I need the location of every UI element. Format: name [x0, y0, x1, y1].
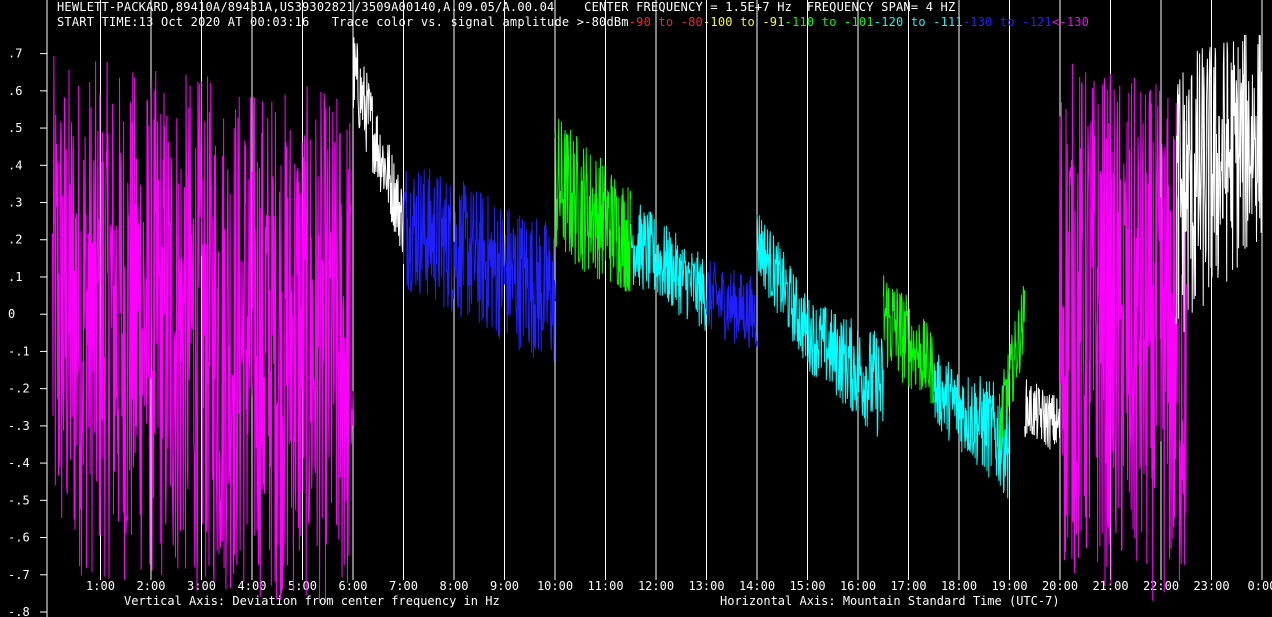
x-tick-label: 4:00 — [238, 579, 267, 593]
y-tick-label: .4 — [8, 158, 22, 172]
x-tick-label: 18:00 — [941, 579, 977, 593]
x-tick-label: 17:00 — [890, 579, 926, 593]
x-tick-label: 10:00 — [537, 579, 573, 593]
y-tick-label: -.2 — [8, 382, 30, 396]
x-tick-label: 1:00 — [86, 579, 115, 593]
x-tick-label: 0:00 — [1248, 579, 1272, 593]
legend-entry: >-80dBm — [576, 15, 629, 29]
x-tick-label: 22:00 — [1143, 579, 1179, 593]
horizontal-axis-label: Horizontal Axis: Mountain Standard Time … — [720, 594, 1060, 608]
x-tick-label: 2:00 — [137, 579, 166, 593]
header-instrument-line: HEWLETT-PACKARD,89410A/89431A,US39302821… — [57, 0, 955, 14]
x-tick-label: 12:00 — [638, 579, 674, 593]
trace-series-10 — [998, 285, 1026, 451]
y-tick-label: -.3 — [8, 419, 30, 433]
frequency-span: FREQUENCY SPAN= 4 HZ — [806, 0, 956, 14]
y-tick-label: -.1 — [8, 344, 30, 358]
legend-entry: <-130 — [1051, 15, 1090, 29]
trace-series-4 — [630, 204, 707, 331]
x-tick-label: 23:00 — [1193, 579, 1229, 593]
x-tick-label: 15:00 — [789, 579, 825, 593]
y-tick-label: .1 — [8, 270, 22, 284]
trace-series-2 — [403, 168, 556, 363]
trace-series-6 — [756, 214, 808, 359]
trace-series-7 — [807, 299, 884, 437]
legend-entry: -110 to -101 — [784, 15, 874, 29]
start-time: START TIME:13 Oct 2020 AT 00:03:16 — [57, 15, 310, 29]
spectrogram-chart: .7 .6 .5 .4 .3 .2 .1 0 -.1 -.2 -.3 -.4 -.5 -.6 -.7 -.8 1… — [8, 0, 1272, 617]
legend-entry: -90 to -80 — [628, 15, 703, 29]
instrument-id: HEWLETT-PACKARD,89410A/89431A,US39302821… — [57, 0, 555, 14]
x-tick-label: 16:00 — [840, 579, 876, 593]
y-tick-label: .3 — [8, 196, 22, 210]
header-start-time-line: START TIME:13 Oct 2020 AT 00:03:16 Trace… — [57, 15, 1089, 29]
amplitude-legend: >-80dBm-90 to -80-100 to -91-110 to -101… — [577, 15, 1089, 29]
y-tick-label: -.5 — [8, 493, 30, 507]
x-tick-label: 5:00 — [288, 579, 317, 593]
y-tick-label: .5 — [8, 121, 22, 135]
x-tick-label: 13:00 — [688, 579, 724, 593]
y-tick-label: -.6 — [8, 531, 30, 545]
trace-series-5 — [706, 260, 758, 349]
legend-entry: -100 to -91 — [702, 15, 785, 29]
trace-series-11 — [1024, 379, 1061, 450]
x-tick-label: 19:00 — [991, 579, 1027, 593]
trace-series-1 — [352, 37, 404, 253]
x-tick-label: 7:00 — [389, 579, 418, 593]
x-tick-label: 8:00 — [440, 579, 469, 593]
trace-series-9 — [933, 354, 1010, 499]
y-tick-label: .2 — [8, 233, 22, 247]
y-tick-label: -.4 — [8, 456, 30, 470]
x-tick-label: 6:00 — [339, 579, 368, 593]
legend-entry: -130 to -121 — [962, 15, 1052, 29]
x-tick-label: 20:00 — [1042, 579, 1078, 593]
trace-series-12 — [1059, 63, 1187, 601]
trace-series-13 — [1175, 34, 1263, 333]
x-tick-label: 9:00 — [490, 579, 519, 593]
y-tick-label: .6 — [8, 84, 22, 98]
x-tick-label: 11:00 — [587, 579, 623, 593]
y-tick-label: 0 — [8, 307, 15, 321]
center-frequency: CENTER FREQUENCY = 1.5E+7 Hz — [584, 0, 793, 14]
trace-legend-label: Trace color vs. signal amplitude — [331, 15, 570, 29]
y-tick-label: .7 — [8, 47, 22, 61]
x-tick-label: 3:00 — [187, 579, 216, 593]
y-tick-label: -.8 — [8, 605, 30, 617]
trace-series-0 — [52, 55, 354, 603]
trace-series-3 — [554, 118, 632, 292]
y-tick-label: -.7 — [8, 568, 30, 582]
legend-entry: -120 to -111 — [873, 15, 963, 29]
x-tick-label: 14:00 — [739, 579, 775, 593]
vertical-axis-label: Vertical Axis: Deviation from center fre… — [124, 594, 500, 608]
